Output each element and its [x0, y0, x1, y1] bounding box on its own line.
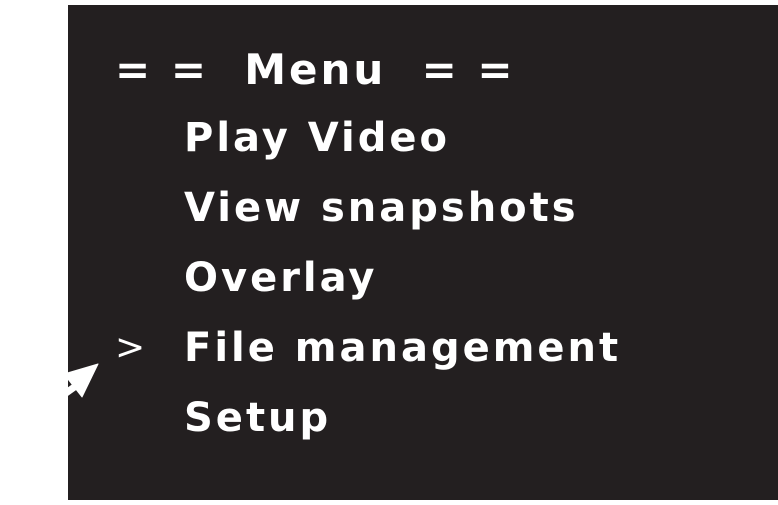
menu-item-overlay[interactable]: Overlay [0, 243, 778, 313]
menu-item-label: File management [184, 325, 622, 371]
page: = = Menu = = Play Video View snapshots O… [0, 0, 778, 505]
menu-item-label: Overlay [184, 255, 378, 301]
menu-item-file-management[interactable]: > File management [0, 313, 778, 383]
menu-item-label: Setup [184, 395, 332, 441]
menu-item-label: View snapshots [184, 185, 579, 231]
menu-list: Play Video View snapshots Overlay > File… [0, 103, 778, 453]
menu-item-view-snapshots[interactable]: View snapshots [0, 173, 778, 243]
menu-item-setup[interactable]: Setup [0, 383, 778, 453]
selection-cursor-icon: > [115, 327, 146, 368]
menu-title: = = Menu = = [115, 45, 516, 94]
menu-item-label: Play Video [184, 115, 450, 161]
menu-item-play-video[interactable]: Play Video [0, 103, 778, 173]
